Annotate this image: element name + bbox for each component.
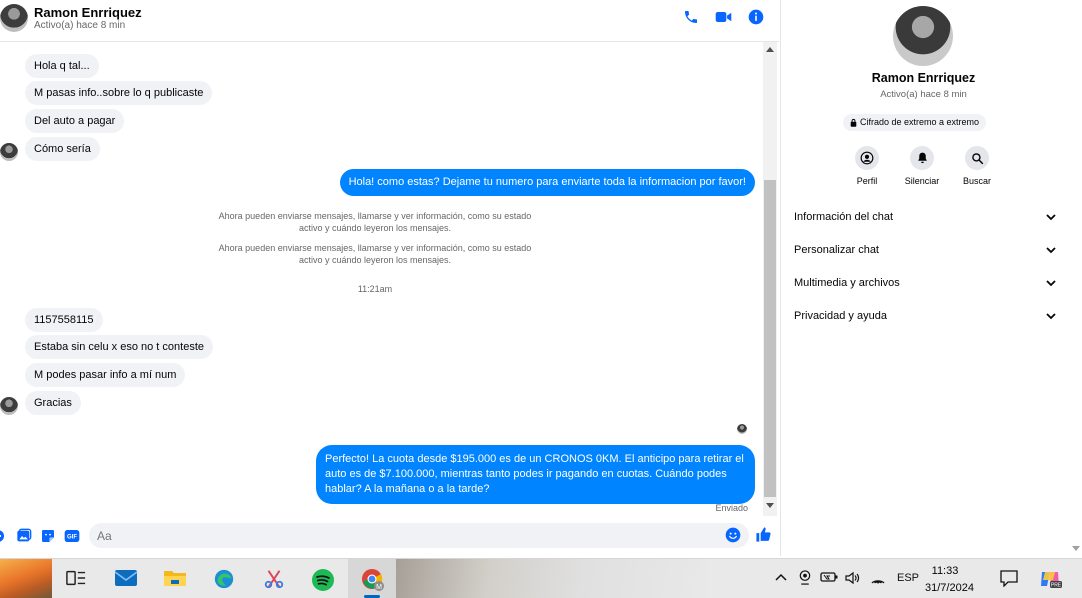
svg-text:GIF: GIF: [67, 535, 77, 541]
notification-icon[interactable]: [1000, 570, 1018, 590]
message-scrollbar[interactable]: [763, 42, 777, 516]
sender-avatar: [0, 143, 18, 161]
messenger-window: Ramon Enrriquez Activo(a) hace 8 min Hol…: [0, 0, 1082, 598]
chat-details-panel: Ramon Enrriquez Activo(a) hace 8 min Cif…: [780, 0, 1070, 556]
bell-icon: [917, 152, 927, 164]
sender-avatar: [0, 397, 18, 415]
profile-actions: Perfil Silenciar Buscar: [851, 146, 993, 186]
section-media-files[interactable]: Multimedia y archivos: [794, 271, 1056, 295]
windows-taskbar: M ESP 11:33 31/7/2024 PRE: [0, 558, 1082, 598]
time-divider: 11:21am: [357, 284, 393, 294]
header-actions: [683, 9, 764, 25]
message-input[interactable]: [89, 523, 749, 548]
section-label: Personalizar chat: [794, 244, 879, 256]
video-call-icon[interactable]: [715, 10, 732, 24]
profile-photo[interactable]: [893, 6, 953, 66]
profile-status: Activo(a) hace 8 min: [880, 89, 967, 100]
phone-call-icon[interactable]: [683, 9, 699, 25]
incoming-message[interactable]: Hola q tal...: [25, 54, 99, 78]
system-message: Ahora pueden enviarse mensajes, llamarse…: [218, 211, 532, 233]
system-clock[interactable]: 11:33 31/7/2024: [925, 563, 974, 597]
contact-avatar[interactable]: [0, 4, 28, 32]
lock-icon: [850, 118, 857, 127]
battery-icon[interactable]: [820, 571, 838, 586]
encryption-badge[interactable]: Cifrado de extremo a extremo: [843, 114, 987, 131]
copilot-icon[interactable]: PRE: [1038, 568, 1062, 593]
file-explorer-icon[interactable]: [163, 568, 187, 590]
mail-icon[interactable]: [114, 568, 138, 590]
svg-text:PRE: PRE: [1051, 583, 1062, 589]
section-privacy-help[interactable]: Privacidad y ayuda: [794, 304, 1056, 328]
scroll-down-arrow[interactable]: [1072, 546, 1080, 551]
encryption-label: Cifrado de extremo a extremo: [860, 117, 980, 127]
read-receipt-avatar: [737, 424, 747, 434]
section-label: Multimedia y archivos: [794, 277, 900, 289]
incoming-message[interactable]: Gracias: [25, 391, 81, 415]
section-label: Privacidad y ayuda: [794, 310, 887, 322]
wifi-icon[interactable]: [871, 572, 885, 588]
search-label: Buscar: [962, 176, 991, 186]
chevron-down-icon: [1046, 246, 1056, 253]
sent-status: Enviado: [715, 503, 748, 513]
profile-button[interactable]: Perfil: [851, 146, 883, 186]
profile-label: Perfil: [856, 176, 878, 186]
scrollbar-thumb[interactable]: [764, 180, 776, 497]
chevron-down-icon: [1046, 312, 1056, 319]
contact-status: Activo(a) hace 8 min: [34, 20, 126, 31]
like-icon[interactable]: [755, 526, 772, 548]
svg-text:M: M: [376, 584, 382, 591]
profile-icon: [860, 151, 874, 165]
taskbar-background-image: [396, 559, 706, 598]
edge-browser-icon[interactable]: [212, 568, 236, 590]
outgoing-message[interactable]: Hola! como estas? Dejame tu numero para …: [339, 169, 755, 196]
section-label: Información del chat: [794, 211, 894, 223]
search-button[interactable]: Buscar: [961, 146, 993, 186]
profile-name: Ramon Enrriquez: [871, 71, 976, 85]
clock-time: 11:33: [931, 565, 959, 577]
panel-scrollbar[interactable]: [1070, 0, 1082, 556]
system-message: Ahora pueden enviarse mensajes, llamarse…: [218, 243, 532, 265]
incoming-message[interactable]: M podes pasar info a mí num: [25, 363, 186, 387]
spotify-icon[interactable]: [311, 568, 335, 591]
section-customize-chat[interactable]: Personalizar chat: [794, 238, 1056, 262]
message-list[interactable]: Hola q tal... M pasas info..sobre lo q p…: [0, 42, 761, 516]
clock-date: 31/7/2024: [925, 582, 974, 594]
outgoing-message[interactable]: Perfecto! La cuota desde $195.000 es de …: [316, 445, 755, 504]
contact-name[interactable]: Ramon Enrriquez: [34, 5, 142, 20]
start-widget-image[interactable]: [0, 559, 52, 598]
incoming-message[interactable]: M pasas info..sobre lo q publicaste: [25, 81, 213, 105]
scroll-up-arrow[interactable]: [766, 47, 774, 52]
chat-header: Ramon Enrriquez Activo(a) hace 8 min: [0, 0, 779, 42]
gif-icon[interactable]: GIF: [64, 528, 80, 549]
volume-icon[interactable]: [845, 571, 861, 588]
snipping-tool-icon[interactable]: [262, 568, 286, 590]
incoming-message[interactable]: 1157558115: [25, 308, 103, 332]
chevron-down-icon: [1046, 279, 1056, 286]
incoming-message[interactable]: Cómo sería: [25, 137, 100, 161]
chevron-up-icon[interactable]: [775, 571, 787, 586]
sticker-icon[interactable]: [40, 528, 56, 549]
webcam-icon[interactable]: [798, 570, 812, 588]
image-attach-icon[interactable]: [16, 528, 32, 549]
incoming-message[interactable]: Estaba sin celu x eso no t conteste: [25, 335, 213, 359]
chevron-down-icon: [1046, 213, 1056, 220]
chrome-profile-icon[interactable]: M: [360, 567, 384, 591]
emoji-icon[interactable]: [725, 527, 741, 548]
task-view-icon[interactable]: [65, 568, 89, 590]
section-chat-info[interactable]: Información del chat: [794, 205, 1056, 229]
mute-button[interactable]: Silenciar: [904, 146, 940, 186]
info-icon[interactable]: [748, 9, 764, 25]
scroll-down-arrow[interactable]: [766, 503, 774, 508]
more-actions-icon[interactable]: [0, 528, 7, 549]
language-indicator[interactable]: ESP: [897, 572, 919, 584]
search-icon: [971, 152, 983, 164]
mute-label: Silenciar: [904, 176, 940, 186]
incoming-message[interactable]: Del auto a pagar: [25, 109, 125, 133]
